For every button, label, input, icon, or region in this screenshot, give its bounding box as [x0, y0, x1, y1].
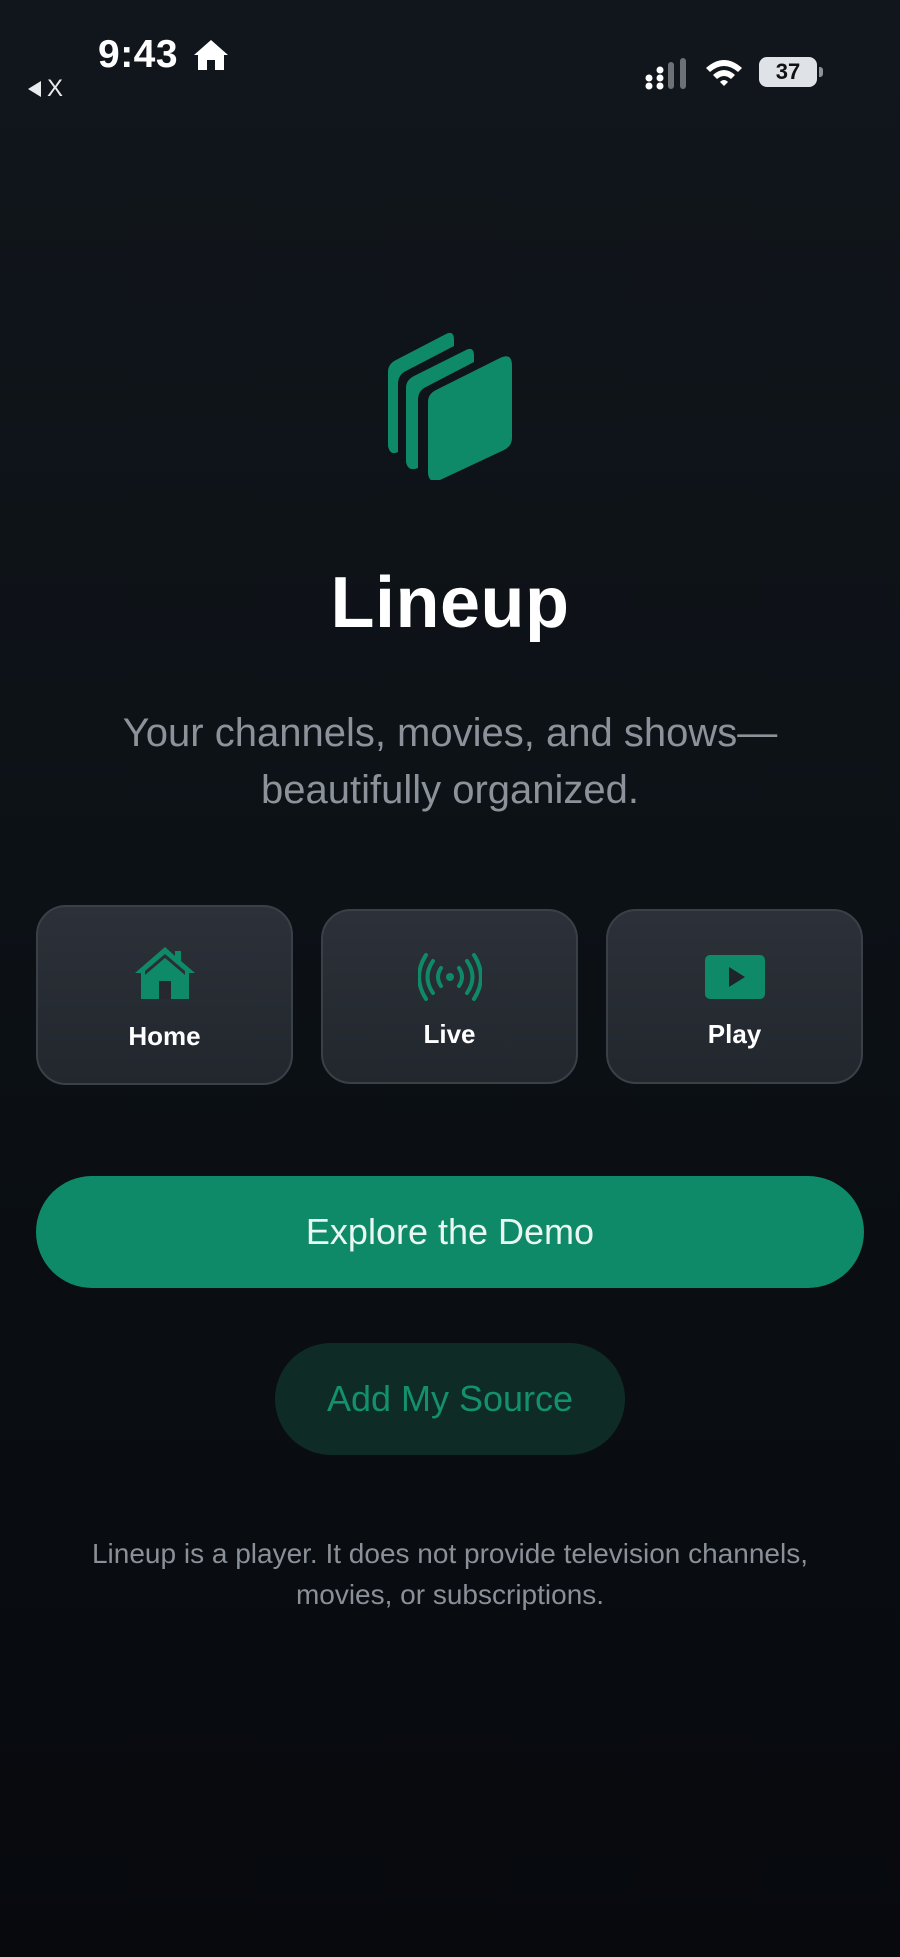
disclaimer: Lineup is a player. It does not provide … [40, 1533, 860, 1615]
disclaimer-line-2: movies, or subscriptions. [295, 1579, 605, 1610]
add-source-button[interactable]: Add My Source [275, 1343, 625, 1455]
status-bar: 9:43 X 37 [0, 0, 900, 110]
home-icon [134, 947, 195, 999]
back-to-app-button[interactable]: X [28, 75, 63, 103]
disclaimer-line-1: Lineup is a player. It does not provide … [91, 1538, 808, 1569]
status-time: 9:43 [98, 33, 179, 76]
home-icon [194, 40, 228, 70]
feature-card-play: Play [606, 909, 863, 1084]
signal-icon [645, 58, 686, 90]
battery-cap [819, 67, 823, 77]
feature-card-live: Live [321, 909, 578, 1084]
lineup-logo-icon [388, 332, 512, 480]
tagline-line-1: Your channels, movies, and shows— [122, 711, 778, 755]
feature-label-play: Play [707, 1019, 762, 1049]
explore-demo-button[interactable]: Explore the Demo [36, 1176, 864, 1288]
play-icon [704, 955, 765, 999]
feature-label-live: Live [423, 1019, 476, 1049]
tagline: Your channels, movies, and shows— beauti… [80, 705, 820, 819]
battery-icon: 37 [759, 57, 823, 87]
back-arrow-icon [28, 81, 41, 97]
tagline-line-2: beautifully organized. [260, 768, 640, 812]
battery-level: 37 [775, 59, 801, 84]
back-app-label: X [47, 75, 64, 102]
feature-card-home: Home [36, 905, 293, 1085]
app-title: Lineup [330, 563, 570, 643]
feature-label-home: Home [128, 1021, 201, 1051]
broadcast-icon [417, 953, 482, 1001]
wifi-icon [706, 60, 742, 86]
